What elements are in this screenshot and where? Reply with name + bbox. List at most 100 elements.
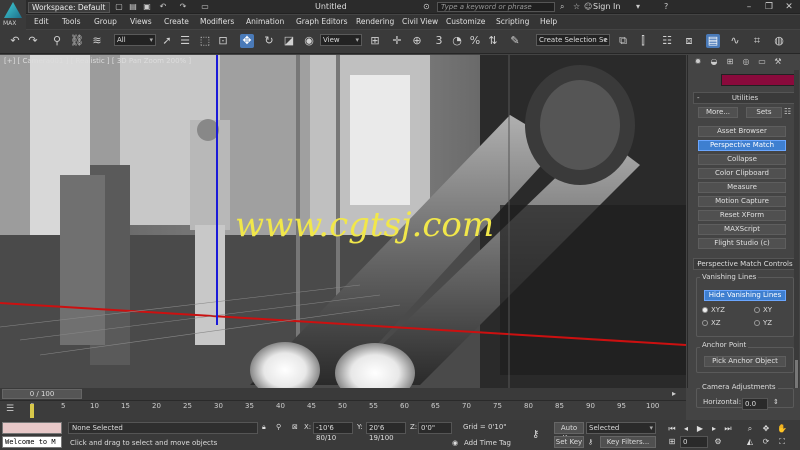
link-icon[interactable]: ⚲ xyxy=(50,34,64,48)
utilities-rollout-header[interactable]: - Utilities xyxy=(693,92,797,104)
curve-editor-icon[interactable]: ∿ xyxy=(728,34,742,48)
lock-icon[interactable]: 🔒︎ xyxy=(262,423,266,432)
key-icon[interactable]: ⚷ xyxy=(532,429,539,440)
favorites-icon[interactable]: ☆ xyxy=(573,2,580,11)
y-coordinate-field[interactable]: 20'6 19/100 xyxy=(366,422,406,442)
workspace-dropdown[interactable]: Workspace: Default xyxy=(28,2,110,13)
camera-viewport[interactable]: [+] [ Camera001 ] [ Realistic ] [ 3D Pan… xyxy=(0,55,686,388)
previous-frame-icon[interactable]: ◂ xyxy=(680,424,692,434)
mirror-icon[interactable]: ⧉ xyxy=(616,34,630,48)
add-time-tag-button[interactable]: Add Time Tag xyxy=(464,439,511,447)
maxscript-mini-listener[interactable]: Welcome to M xyxy=(2,436,62,448)
modify-tab-icon[interactable]: ◒ xyxy=(708,57,720,67)
command-panel-scrollbar[interactable] xyxy=(794,70,799,388)
select-and-scale-icon[interactable]: ◪ xyxy=(282,34,296,48)
isolate-icon[interactable]: ⚲ xyxy=(276,423,281,431)
keyboard-shortcut-icon[interactable]: ⊕ xyxy=(410,34,424,48)
motion-tab-icon[interactable]: ◎ xyxy=(740,57,752,67)
select-object-icon[interactable]: ➚ xyxy=(160,34,174,48)
pick-anchor-object-button[interactable]: Pick Anchor Object xyxy=(704,356,786,367)
menu-edit[interactable]: Edit xyxy=(34,17,49,26)
menu-rendering[interactable]: Rendering xyxy=(356,17,394,26)
horizontal-spinner[interactable]: 0.0 xyxy=(742,398,768,410)
zoom-all-icon[interactable]: ✥ xyxy=(760,424,772,434)
maximize-viewport-icon[interactable]: ⛶ xyxy=(776,437,788,447)
hierarchy-tab-icon[interactable]: ⊞ xyxy=(724,57,736,67)
current-frame-field[interactable]: 0 xyxy=(680,436,708,448)
perspective-match-button[interactable]: Perspective Match xyxy=(698,140,786,151)
set-key-button[interactable]: Set Key xyxy=(554,436,584,448)
help-icon[interactable]: ? xyxy=(664,2,668,11)
menu-modifiers[interactable]: Modifiers xyxy=(200,17,234,26)
menu-tools[interactable]: Tools xyxy=(62,17,80,26)
more-button[interactable]: More... xyxy=(698,107,738,118)
key-filters-button[interactable]: Key Filters... xyxy=(600,436,656,448)
search-icon[interactable]: ⌕ xyxy=(560,2,564,12)
unlink-icon[interactable]: ⛓ xyxy=(70,34,84,48)
redo-icon[interactable]: ↷ xyxy=(26,34,40,48)
next-frame-icon[interactable]: ▸ xyxy=(708,424,720,434)
time-slider[interactable]: 0 / 100 xyxy=(2,389,82,399)
select-and-place-icon[interactable]: ◉ xyxy=(302,34,316,48)
timeline-track[interactable]: ☰ 0 5 10 15 20 25 30 35 40 45 50 55 60 6… xyxy=(0,400,686,420)
menu-graph-editors[interactable]: Graph Editors xyxy=(296,17,348,26)
manipulate-icon[interactable]: ✛ xyxy=(390,34,404,48)
axis-radio-yz[interactable]: YZ xyxy=(754,319,772,327)
menu-scripting[interactable]: Scripting xyxy=(496,17,529,26)
project-folder-icon[interactable]: ▭ xyxy=(200,2,210,12)
absolute-mode-icon[interactable]: ⊠ xyxy=(292,423,298,431)
sign-in-link[interactable]: Sign In xyxy=(593,2,620,11)
new-file-icon[interactable]: ▢ xyxy=(114,2,124,12)
field-of-view-icon[interactable]: ◭ xyxy=(744,437,756,447)
named-selection-dropdown[interactable]: Create Selection Se xyxy=(536,34,610,46)
app-logo[interactable]: MAX xyxy=(0,0,26,30)
utilities-tab-icon[interactable]: ⚒ xyxy=(772,57,784,67)
menu-animation[interactable]: Animation xyxy=(246,17,284,26)
restore-icon[interactable]: ❐ xyxy=(760,1,778,13)
save-icon[interactable]: ▣ xyxy=(142,2,152,12)
user-icon[interactable]: ☺ xyxy=(584,2,592,11)
color-clipboard-button[interactable]: Color Clipboard xyxy=(698,168,786,179)
bind-spacewarp-icon[interactable]: ≋ xyxy=(90,34,104,48)
create-tab-icon[interactable]: ✹ xyxy=(692,57,704,67)
menu-customize[interactable]: Customize xyxy=(446,17,485,26)
toggle-layer-explorer-icon[interactable]: ⧈ xyxy=(682,34,696,48)
go-to-end-icon[interactable]: ⏭ xyxy=(722,424,734,434)
flight-studio-button[interactable]: Flight Studio (c) xyxy=(698,238,786,249)
window-crossing-icon[interactable]: ⊡ xyxy=(216,34,230,48)
angle-snap-icon[interactable]: ◔ xyxy=(450,34,464,48)
search-input[interactable]: Type a keyword or phrase xyxy=(437,2,555,12)
display-tab-icon[interactable]: ▭ xyxy=(756,57,768,67)
align-icon[interactable]: ⫿ xyxy=(636,34,650,48)
track-bar-icon[interactable]: ☰ xyxy=(6,404,14,414)
undo-icon[interactable]: ↶ xyxy=(158,2,168,12)
menu-views[interactable]: Views xyxy=(130,17,152,26)
set-key-icon[interactable]: ⚷ xyxy=(588,438,593,446)
time-slider-next-icon[interactable]: ▸ xyxy=(672,389,676,398)
motion-capture-button[interactable]: Motion Capture xyxy=(698,196,786,207)
axis-radio-xz[interactable]: XZ xyxy=(702,319,721,327)
time-tag-icon[interactable]: ◉ xyxy=(452,439,458,447)
reset-xform-button[interactable]: Reset XForm xyxy=(698,210,786,221)
time-config-icon[interactable]: ⚙ xyxy=(712,437,724,447)
auto-key-button[interactable]: Auto Key xyxy=(554,422,584,442)
toggle-scene-explorer-icon[interactable]: ☷ xyxy=(660,34,674,48)
pan-view-icon[interactable]: ✋ xyxy=(776,424,788,434)
region-select-icon[interactable]: ⬚ xyxy=(198,34,212,48)
go-to-start-icon[interactable]: ⏮ xyxy=(666,424,678,434)
spinner-snap-icon[interactable]: ⇅ xyxy=(486,34,500,48)
close-icon[interactable]: ✕ xyxy=(780,1,798,13)
measure-button[interactable]: Measure xyxy=(698,182,786,193)
edit-named-selection-icon[interactable]: ✎ xyxy=(508,34,522,48)
perspective-match-rollout-header[interactable]: - Perspective Match Controls xyxy=(693,258,797,270)
select-and-rotate-icon[interactable]: ↻ xyxy=(262,34,276,48)
asset-browser-button[interactable]: Asset Browser xyxy=(698,126,786,137)
menu-group[interactable]: Group xyxy=(94,17,117,26)
axis-radio-xyz[interactable]: XYZ xyxy=(702,306,725,314)
open-file-icon[interactable]: ▤ xyxy=(128,2,138,12)
reference-coordinate-dropdown[interactable]: View xyxy=(320,34,362,46)
orbit-icon[interactable]: ⟳ xyxy=(760,437,772,447)
percent-snap-icon[interactable]: % xyxy=(468,34,482,48)
selection-filter-dropdown[interactable]: All xyxy=(114,34,156,46)
material-editor-icon[interactable]: ◍ xyxy=(772,34,786,48)
